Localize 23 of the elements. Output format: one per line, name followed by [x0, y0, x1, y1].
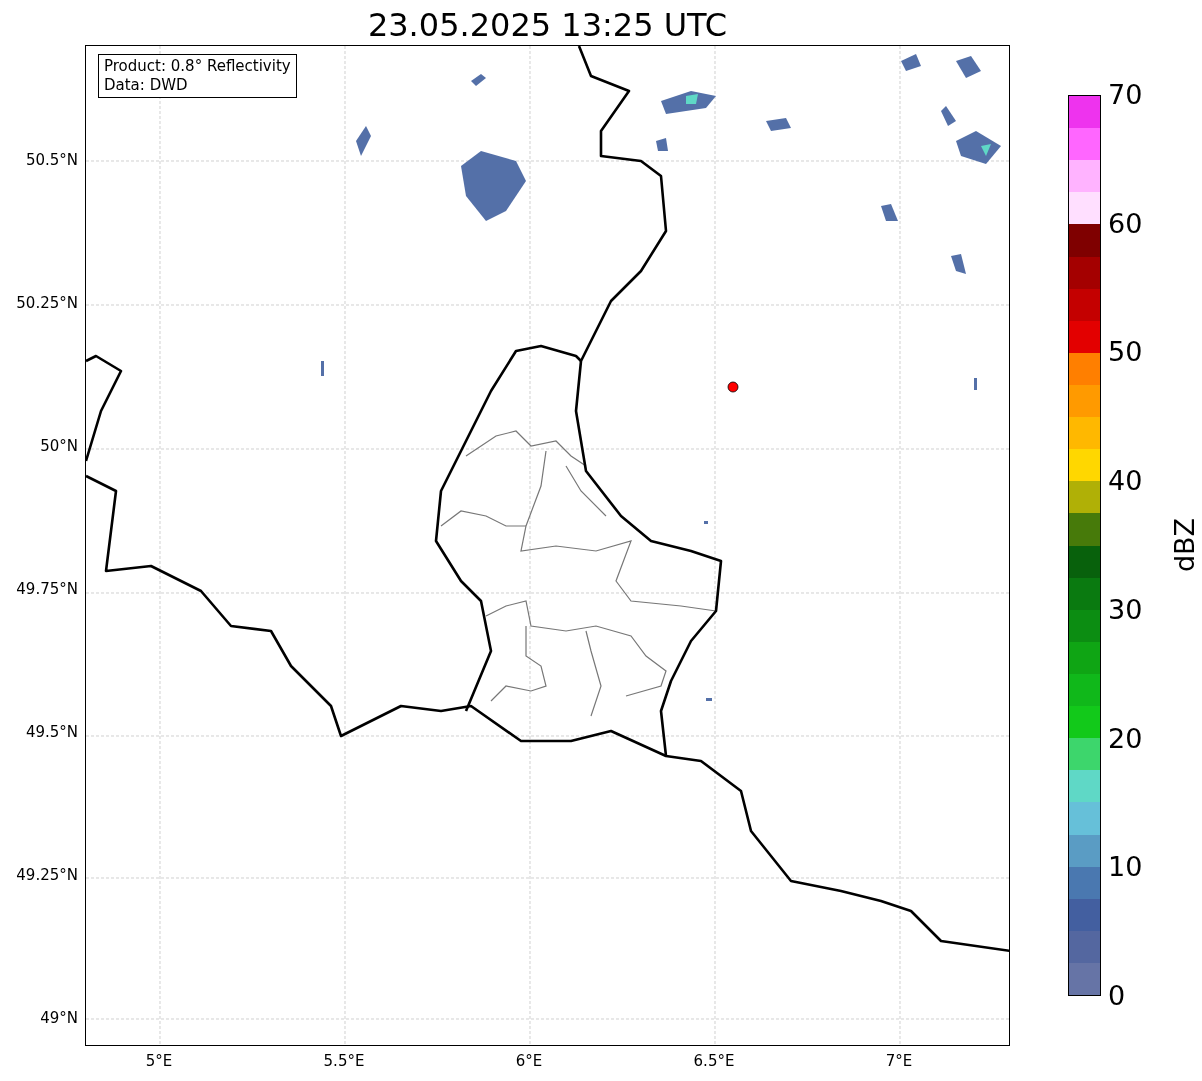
longitude-tick-label: 7°E: [884, 1052, 914, 1070]
colorbar-label: dBZ: [1170, 516, 1200, 575]
latitude-tick-label: 49.25°N: [16, 866, 78, 884]
colorbar-tick-label: 0: [1108, 981, 1126, 1011]
colorbar-tick-label: 10: [1108, 852, 1143, 883]
colorbar-tick-label: 70: [1108, 80, 1143, 110]
latitude-tick-label: 50°N: [40, 437, 78, 455]
colorbar-tick-label: 50: [1108, 337, 1143, 368]
colorbar-tick-label: 20: [1108, 723, 1143, 754]
longitude-tick-label: 5.5°E: [322, 1052, 366, 1070]
latitude-tick-label: 49°N: [40, 1009, 78, 1027]
latitude-tick-label: 50.5°N: [25, 151, 78, 169]
longitude-tick-label: 6.5°E: [692, 1052, 736, 1070]
colorbar-tick-label: 30: [1108, 594, 1143, 625]
latitude-tick-label: 50.25°N: [16, 294, 78, 312]
info-box: Product: 0.8° Reflectivity Data: DWD: [98, 54, 297, 98]
longitude-tick-label: 5°E: [144, 1052, 174, 1070]
colorbar-tick-label: 60: [1108, 208, 1143, 239]
colorbar-tick-label: 40: [1108, 466, 1143, 497]
latitude-tick-label: 49.75°N: [16, 580, 78, 598]
latitude-tick-label: 49.5°N: [25, 723, 78, 741]
longitude-tick-label: 6°E: [514, 1052, 544, 1070]
chart-title: 23.05.2025 13:25 UTC: [366, 5, 729, 46]
